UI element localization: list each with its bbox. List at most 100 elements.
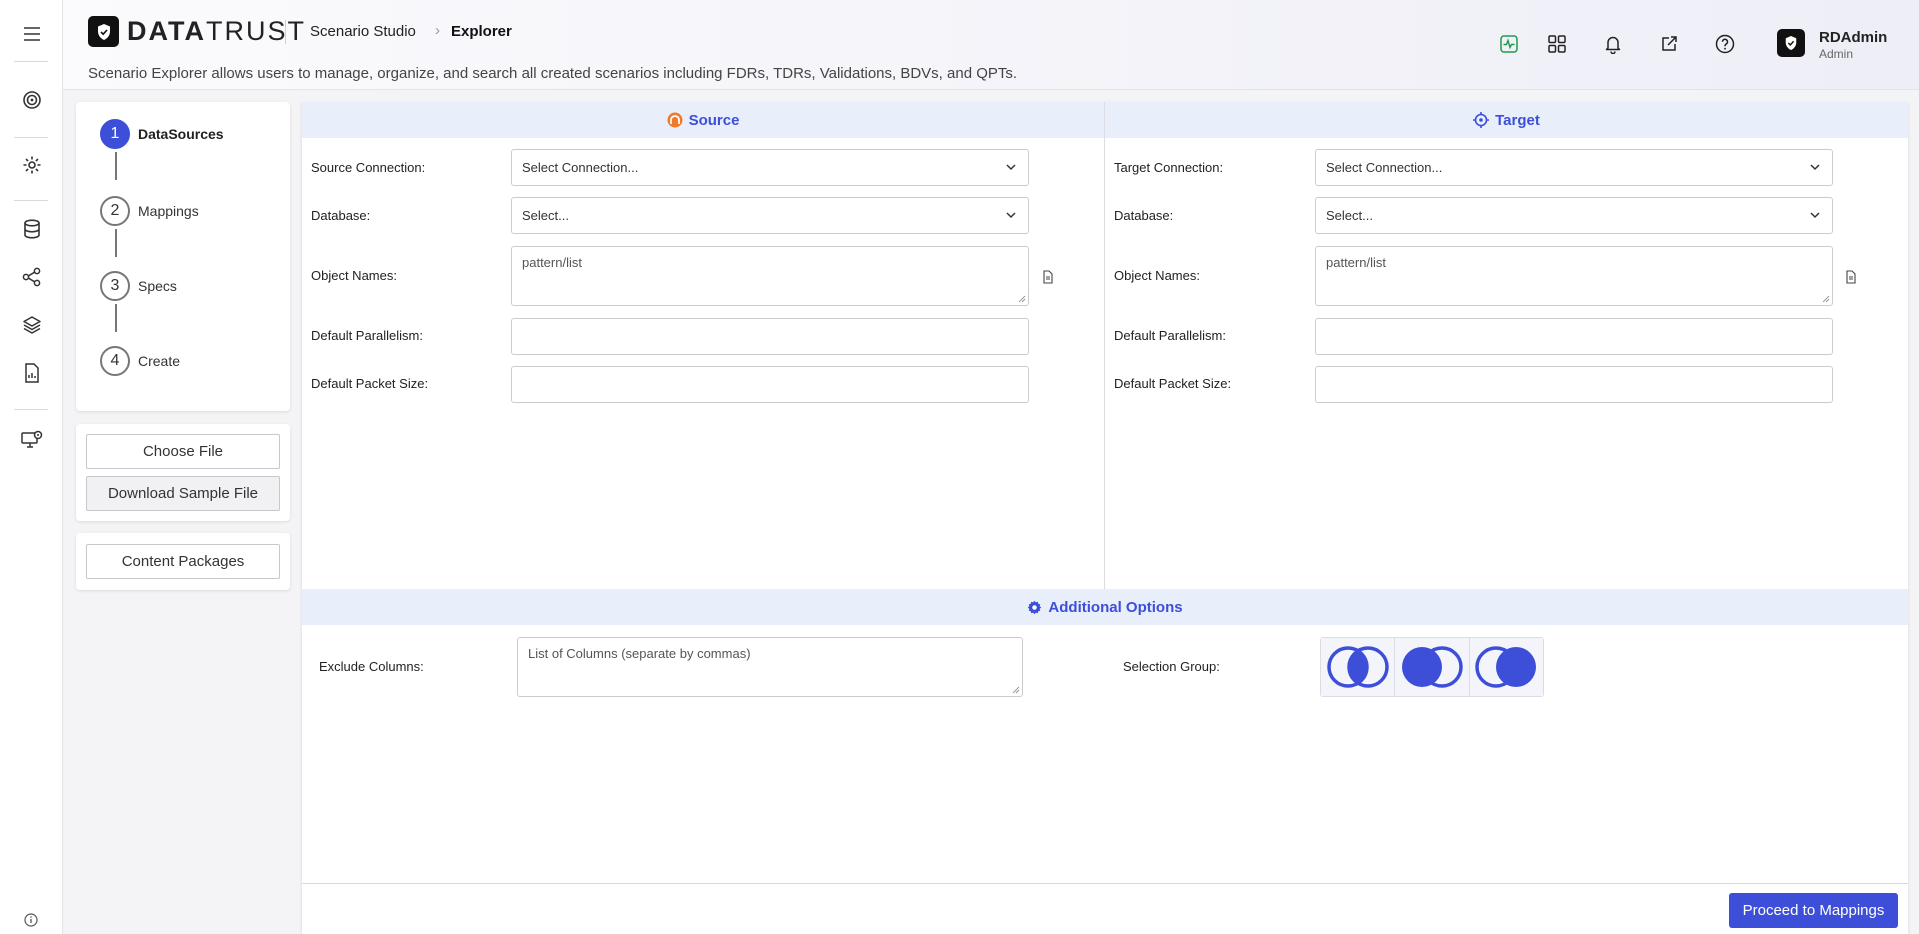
- source-connection-label: Source Connection:: [311, 160, 426, 175]
- source-object-names-placeholder: pattern/list: [522, 255, 582, 270]
- step-1-number[interactable]: 1: [100, 119, 130, 149]
- app-logo[interactable]: DATATRUST: [127, 16, 306, 47]
- logo-shield-icon: [88, 16, 119, 47]
- settings-icon[interactable]: [20, 153, 44, 177]
- selection-intersection-option[interactable]: [1321, 638, 1396, 696]
- menu-icon[interactable]: [20, 22, 44, 46]
- file-icon[interactable]: [1844, 270, 1858, 284]
- step-2-number[interactable]: 2: [100, 196, 130, 226]
- file-actions-panel: Choose File Download Sample File: [76, 424, 290, 521]
- logo-text-bold: DATA: [127, 16, 206, 46]
- selection-left-option[interactable]: [1395, 638, 1470, 696]
- target-object-names-input[interactable]: pattern/list: [1315, 246, 1833, 306]
- source-parallelism-input[interactable]: [511, 318, 1029, 355]
- step-2-label[interactable]: Mappings: [138, 203, 199, 219]
- step-3-number[interactable]: 3: [100, 271, 130, 301]
- step-connector: [115, 152, 117, 180]
- exclude-columns-placeholder: List of Columns (separate by commas): [528, 646, 751, 661]
- source-connection-value: Select Connection...: [522, 160, 639, 175]
- chevron-down-icon: [1810, 164, 1820, 171]
- rail-divider: [14, 61, 48, 62]
- source-object-names-input[interactable]: pattern/list: [511, 246, 1029, 306]
- target-connection-select[interactable]: Select Connection...: [1315, 149, 1833, 186]
- source-icon: [667, 112, 683, 128]
- workflow-icon[interactable]: [20, 265, 44, 289]
- target-database-label: Database:: [1114, 208, 1174, 223]
- exclude-columns-input[interactable]: List of Columns (separate by commas): [517, 637, 1023, 697]
- content-packages-panel: Content Packages: [76, 533, 290, 590]
- chevron-down-icon: [1006, 212, 1016, 219]
- step-3-label[interactable]: Specs: [138, 278, 177, 294]
- exclude-columns-label: Exclude Columns:: [319, 659, 424, 674]
- target-connection-value: Select Connection...: [1326, 160, 1443, 175]
- source-header: Source: [302, 102, 1104, 138]
- source-parallelism-label: Default Parallelism:: [311, 328, 423, 343]
- source-database-value: Select...: [522, 208, 569, 223]
- monitor-settings-icon[interactable]: [20, 428, 44, 452]
- avatar[interactable]: [1777, 29, 1805, 57]
- chevron-down-icon: [1006, 164, 1016, 171]
- resize-grip-icon[interactable]: [1822, 295, 1830, 303]
- breadcrumb-scenario-studio[interactable]: Scenario Studio: [310, 23, 416, 40]
- selection-right-option[interactable]: [1469, 638, 1543, 696]
- breadcrumb-explorer: Explorer: [451, 23, 512, 40]
- resize-grip-icon[interactable]: [1018, 295, 1026, 303]
- source-database-select[interactable]: Select...: [511, 197, 1029, 234]
- venn-intersection-icon: [1326, 646, 1389, 688]
- breadcrumb-chevron-icon: ›: [435, 22, 440, 39]
- target-packet-size-label: Default Packet Size:: [1114, 376, 1232, 391]
- content-packages-button[interactable]: Content Packages: [86, 544, 280, 579]
- step-4-number[interactable]: 4: [100, 346, 130, 376]
- step-4-label[interactable]: Create: [138, 353, 180, 369]
- logo-text-light: TRUST: [205, 16, 306, 46]
- step-connector: [115, 229, 117, 257]
- target-parallelism-input[interactable]: [1315, 318, 1833, 355]
- target-database-select[interactable]: Select...: [1315, 197, 1833, 234]
- additional-options-header: Additional Options: [302, 589, 1908, 625]
- apps-grid-icon[interactable]: [1545, 32, 1569, 56]
- target-database-value: Select...: [1326, 208, 1373, 223]
- venn-right-icon: [1475, 646, 1537, 688]
- download-sample-file-button[interactable]: Download Sample File: [86, 476, 280, 511]
- additional-options-title: Additional Options: [1048, 598, 1183, 616]
- proceed-to-mappings-button[interactable]: Proceed to Mappings: [1729, 893, 1898, 928]
- target-parallelism-label: Default Parallelism:: [1114, 328, 1226, 343]
- step-1-label[interactable]: DataSources: [138, 126, 224, 142]
- layers-icon[interactable]: [20, 313, 44, 337]
- source-title: Source: [688, 111, 740, 129]
- target-header: Target: [1105, 102, 1908, 138]
- rail-divider: [14, 200, 48, 201]
- source-database-label: Database:: [311, 208, 371, 223]
- venn-left-icon: [1401, 646, 1463, 688]
- user-name[interactable]: RDAdmin: [1819, 29, 1887, 46]
- left-nav-rail: [0, 0, 63, 934]
- help-icon[interactable]: [1713, 32, 1737, 56]
- rail-divider: [14, 409, 48, 410]
- chevron-down-icon: [1810, 212, 1820, 219]
- source-connection-select[interactable]: Select Connection...: [511, 149, 1029, 186]
- header-divider: [285, 20, 286, 44]
- rail-divider: [14, 137, 48, 138]
- target-icon[interactable]: [20, 88, 44, 112]
- source-packet-size-input[interactable]: [511, 366, 1029, 403]
- external-link-icon[interactable]: [1657, 32, 1681, 56]
- wizard-steps-panel: 1 DataSources 2 Mappings 3 Specs 4 Creat…: [76, 102, 290, 411]
- main-form-panel: Source Target Source Connection: Select …: [302, 102, 1908, 934]
- target-object-names-placeholder: pattern/list: [1326, 255, 1386, 270]
- activity-icon[interactable]: [1497, 32, 1521, 56]
- resize-grip-icon[interactable]: [1012, 686, 1020, 694]
- file-icon[interactable]: [1041, 270, 1055, 284]
- step-connector: [115, 304, 117, 332]
- choose-file-button[interactable]: Choose File: [86, 434, 280, 469]
- target-connection-label: Target Connection:: [1114, 160, 1224, 175]
- source-packet-size-label: Default Packet Size:: [311, 376, 429, 391]
- page-header: DATATRUST Scenario Studio › Explorer Sce…: [63, 0, 1919, 90]
- user-role: Admin: [1819, 47, 1854, 61]
- info-icon[interactable]: [22, 911, 40, 929]
- crosshair-icon: [1473, 112, 1490, 128]
- target-packet-size-input[interactable]: [1315, 366, 1833, 403]
- target-object-names-label: Object Names:: [1114, 268, 1200, 283]
- bell-icon[interactable]: [1601, 32, 1625, 56]
- report-icon[interactable]: [20, 361, 44, 385]
- database-icon[interactable]: [20, 217, 44, 241]
